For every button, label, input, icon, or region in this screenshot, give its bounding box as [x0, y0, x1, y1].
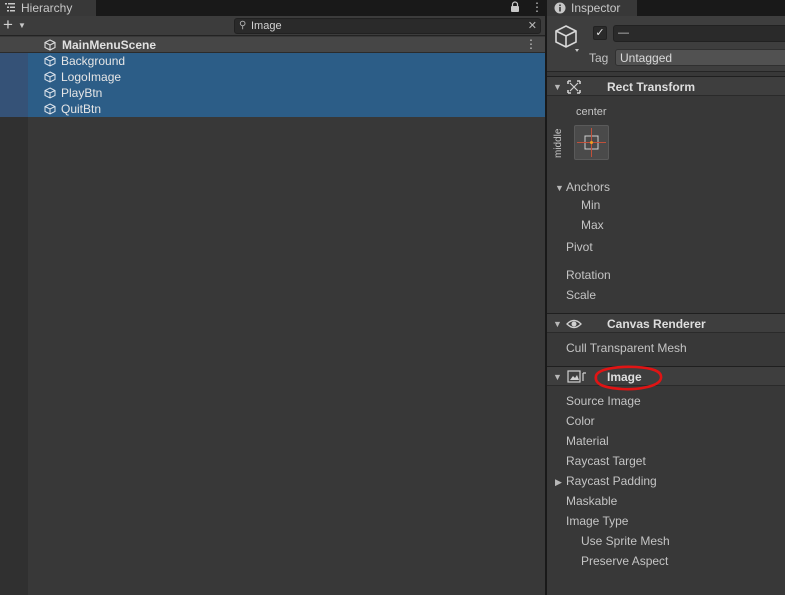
anchor-preset-h-label: center — [576, 106, 607, 118]
hierarchy-tab-label: Hierarchy — [21, 1, 73, 15]
raycast-padding-fold-icon[interactable]: ▶ — [555, 477, 562, 488]
pivot-label: Pivot — [566, 240, 593, 254]
search-value: Image — [251, 20, 282, 32]
gameobject-cube-icon — [555, 25, 579, 52]
row-gutter — [0, 53, 28, 69]
fold-arrow-icon[interactable]: ▼ — [553, 319, 562, 329]
row-gutter — [0, 69, 28, 85]
raycast-target-label: Raycast Target — [566, 454, 646, 468]
search-icon: ⚲ — [239, 20, 247, 31]
gameobject-cube-icon — [44, 55, 56, 67]
gameobject-cube-icon — [44, 71, 56, 83]
hierarchy-tab-bar: Hierarchy ⋮ — [0, 0, 545, 16]
anchor-preset-icon — [577, 128, 606, 157]
hierarchy-item-label: LogoImage — [61, 70, 122, 84]
info-icon — [554, 2, 566, 14]
add-object-icon[interactable]: + — [3, 16, 13, 34]
rotation-label: Rotation — [566, 268, 611, 282]
image-component-header[interactable]: ▼ Image — [547, 366, 785, 386]
add-object-dropdown-icon[interactable]: ▼ — [18, 21, 26, 30]
inspector-panel: Inspector ✓ — Tag Untagged ▼ Rect Transf… — [547, 0, 785, 595]
hierarchy-menu-icon[interactable]: ⋮ — [531, 1, 543, 13]
tag-dropdown[interactable]: Untagged — [615, 49, 785, 66]
gameobject-cube-icon — [44, 87, 56, 99]
active-checkbox[interactable]: ✓ — [593, 26, 607, 40]
preserve-aspect-label: Preserve Aspect — [581, 554, 669, 568]
unity-scene-icon — [44, 39, 56, 51]
color-label: Color — [566, 414, 595, 428]
hierarchy-item-playbtn[interactable]: PlayBtn — [0, 85, 545, 101]
tab-hierarchy[interactable]: Hierarchy — [0, 0, 96, 16]
rect-transform-icon — [567, 80, 581, 94]
canvas-renderer-title: Canvas Renderer — [607, 317, 706, 331]
maskable-label: Maskable — [566, 494, 618, 508]
lock-icon[interactable] — [510, 1, 520, 13]
source-image-label: Source Image — [566, 394, 641, 408]
image-icon — [567, 370, 586, 383]
use-sprite-mesh-label: Use Sprite Mesh — [581, 534, 670, 548]
object-header: ✓ — Tag Untagged — [547, 16, 785, 72]
red-annotation-circle — [594, 365, 663, 391]
anchor-preset-button[interactable] — [574, 125, 609, 160]
anchors-min-label: Min — [581, 198, 601, 212]
inspector-tab-label: Inspector — [571, 1, 621, 15]
gameobject-cube-icon — [44, 103, 56, 115]
object-name-value: — — [618, 27, 629, 39]
hierarchy-item-quitbtn[interactable]: QuitBtn — [0, 101, 545, 117]
rect-transform-header[interactable]: ▼ Rect Transform — [547, 76, 785, 96]
image-type-label: Image Type — [566, 514, 629, 528]
scale-label: Scale — [566, 288, 597, 302]
hierarchy-item-label: Background — [61, 54, 126, 68]
hierarchy-toolbar: + ▼ ⚲ Image ✕ — [0, 16, 545, 36]
scene-row[interactable]: MainMenuScene ⋮ — [0, 37, 545, 53]
hierarchy-item-label: QuitBtn — [61, 102, 102, 116]
tag-label: Tag — [589, 51, 609, 65]
cull-transparent-mesh-label: Cull Transparent Mesh — [566, 341, 687, 355]
hierarchy-panel: Hierarchy ⋮ + ▼ ⚲ Image ✕ MainMenuScene … — [0, 0, 545, 595]
raycast-padding-label: Raycast Padding — [566, 474, 657, 488]
hierarchy-item-background[interactable]: Background — [0, 53, 545, 69]
row-gutter — [0, 85, 28, 101]
anchors-fold-icon[interactable]: ▼ — [555, 183, 564, 193]
object-name-field[interactable]: — — [613, 25, 785, 42]
tag-value: Untagged — [620, 51, 673, 65]
inspector-tab-bar: Inspector — [547, 0, 785, 16]
anchor-preset-v-label: middle — [553, 128, 564, 158]
canvas-renderer-header[interactable]: ▼ Canvas Renderer — [547, 313, 785, 333]
anchors-max-label: Max — [581, 218, 604, 232]
anchors-label: Anchors — [566, 180, 611, 194]
hierarchy-search-input[interactable]: ⚲ Image ✕ — [234, 18, 541, 34]
list-icon — [5, 3, 15, 12]
fold-arrow-icon[interactable]: ▼ — [553, 372, 562, 382]
scene-menu-icon[interactable]: ⋮ — [525, 37, 537, 51]
eye-icon — [566, 319, 582, 329]
rect-transform-title: Rect Transform — [607, 80, 696, 94]
material-label: Material — [566, 434, 609, 448]
hierarchy-item-logoimage[interactable]: LogoImage — [0, 69, 545, 85]
tab-inspector[interactable]: Inspector — [547, 0, 637, 16]
fold-arrow-icon[interactable]: ▼ — [553, 82, 562, 92]
hierarchy-gutter — [0, 37, 28, 595]
scene-name: MainMenuScene — [62, 38, 157, 52]
hierarchy-item-label: PlayBtn — [61, 86, 103, 100]
clear-search-icon[interactable]: ✕ — [528, 19, 537, 32]
row-gutter — [0, 101, 28, 117]
